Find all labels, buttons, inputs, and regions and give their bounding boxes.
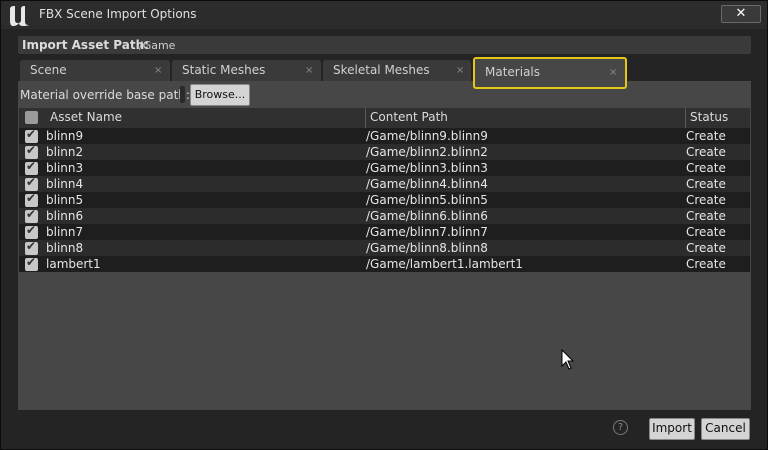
asset-name-cell: lambert1 <box>46 257 101 271</box>
window-title: FBX Scene Import Options <box>39 7 197 21</box>
table-row[interactable]: ✔ blinn2 /Game/blinn2.blinn2 Create <box>19 143 750 160</box>
import-path-value: /Game <box>139 39 176 52</box>
row-checkbox[interactable]: ✔ <box>25 127 38 143</box>
asset-name-cell: blinn4 <box>46 177 84 191</box>
mouse-cursor-icon <box>561 349 575 370</box>
tab-skeletal-meshes-label: Skeletal Meshes <box>333 63 430 77</box>
row-checkbox[interactable]: ✔ <box>25 255 38 271</box>
table-row[interactable]: ✔ lambert1 /Game/lambert1.lambert1 Creat… <box>19 255 750 272</box>
title-bar: FBX Scene Import Options ✕ <box>1 1 767 29</box>
checkmark-icon: ✔ <box>26 239 37 253</box>
status-cell: Create <box>686 257 726 271</box>
table-row[interactable]: ✔ blinn5 /Game/blinn5.blinn5 Create <box>19 191 750 208</box>
browse-button[interactable]: Browse... <box>190 84 250 106</box>
asset-name-cell: blinn5 <box>46 193 84 207</box>
status-cell: Create <box>686 225 726 239</box>
status-cell: Create <box>686 145 726 159</box>
checkmark-icon: ✔ <box>26 191 37 205</box>
status-cell: Create <box>686 129 726 143</box>
asset-name-cell: blinn9 <box>46 129 84 143</box>
status-cell: Create <box>686 193 726 207</box>
tab-static-meshes[interactable]: Static Meshes × <box>172 60 321 82</box>
tab-scene-label: Scene <box>30 63 67 77</box>
checkmark-icon: ✔ <box>26 127 37 141</box>
content-path-cell: /Game/blinn4.blinn4 <box>366 177 488 191</box>
column-header-status[interactable]: Status <box>690 110 728 124</box>
tab-materials-label: Materials <box>485 65 541 79</box>
unreal-logo-icon <box>10 6 29 26</box>
override-path-field[interactable] <box>180 86 185 103</box>
tab-scene[interactable]: Scene × <box>20 60 170 82</box>
status-cell: Create <box>686 161 726 175</box>
column-divider[interactable] <box>685 108 686 128</box>
table-row[interactable]: ✔ blinn8 /Game/blinn8.blinn8 Create <box>19 239 750 256</box>
content-path-cell: /Game/blinn5.blinn5 <box>366 193 488 207</box>
column-header-asset-name[interactable]: Asset Name <box>50 110 122 124</box>
table-row[interactable]: ✔ blinn7 /Game/blinn7.blinn7 Create <box>19 223 750 240</box>
tab-skeletal-meshes[interactable]: Skeletal Meshes × <box>323 60 471 82</box>
tab-static-meshes-close-icon[interactable]: × <box>305 65 313 76</box>
asset-name-cell: blinn3 <box>46 161 84 175</box>
close-icon: ✕ <box>735 6 747 21</box>
checkmark-icon: ✔ <box>26 159 37 173</box>
row-checkbox[interactable]: ✔ <box>25 223 38 239</box>
checkmark-icon: ✔ <box>26 223 37 237</box>
table-row[interactable]: ✔ blinn3 /Game/blinn3.blinn3 Create <box>19 159 750 176</box>
import-path-bar: Import Asset Path: /Game <box>18 36 751 54</box>
content-path-cell: /Game/blinn7.blinn7 <box>366 225 488 239</box>
import-button[interactable]: Import <box>649 418 695 440</box>
cancel-button[interactable]: Cancel <box>701 418 750 440</box>
row-checkbox[interactable]: ✔ <box>25 207 38 223</box>
content-path-cell: /Game/blinn3.blinn3 <box>366 161 488 175</box>
content-path-cell: /Game/blinn6.blinn6 <box>366 209 488 223</box>
select-all-checkbox[interactable] <box>25 111 38 124</box>
import-options-window: FBX Scene Import Options ✕ Import Asset … <box>0 0 768 450</box>
tab-scene-close-icon[interactable]: × <box>154 65 162 76</box>
asset-name-cell: blinn2 <box>46 145 84 159</box>
checkmark-icon: ✔ <box>26 175 37 189</box>
content-path-cell: /Game/blinn2.blinn2 <box>366 145 488 159</box>
materials-table: Asset Name Content Path Status ✔ blinn9 … <box>19 108 750 272</box>
tab-materials-close-icon[interactable]: × <box>609 67 617 78</box>
tab-static-meshes-label: Static Meshes <box>182 63 266 77</box>
content-path-cell: /Game/blinn9.blinn9 <box>366 129 488 143</box>
table-row[interactable]: ✔ blinn6 /Game/blinn6.blinn6 Create <box>19 207 750 224</box>
row-checkbox[interactable]: ✔ <box>25 175 38 191</box>
materials-panel: Material override base path: Browse... A… <box>18 81 751 410</box>
asset-name-cell: blinn7 <box>46 225 84 239</box>
checkmark-icon: ✔ <box>26 143 37 157</box>
row-checkbox[interactable]: ✔ <box>25 239 38 255</box>
override-path-label: Material override base path: <box>20 88 190 102</box>
row-checkbox[interactable]: ✔ <box>25 143 38 159</box>
content-path-cell: /Game/lambert1.lambert1 <box>366 257 523 271</box>
asset-name-cell: blinn8 <box>46 241 84 255</box>
asset-name-cell: blinn6 <box>46 209 84 223</box>
status-cell: Create <box>686 177 726 191</box>
column-header-content-path[interactable]: Content Path <box>370 110 448 124</box>
checkmark-icon: ✔ <box>26 255 37 269</box>
column-divider[interactable] <box>365 108 366 128</box>
row-checkbox[interactable]: ✔ <box>25 159 38 175</box>
table-row[interactable]: ✔ blinn9 /Game/blinn9.blinn9 Create <box>19 127 750 144</box>
status-cell: Create <box>686 209 726 223</box>
content-path-cell: /Game/blinn8.blinn8 <box>366 241 488 255</box>
import-path-label: Import Asset Path: <box>22 38 149 52</box>
table-row[interactable]: ✔ blinn4 /Game/blinn4.blinn4 Create <box>19 175 750 192</box>
table-header: Asset Name Content Path Status <box>19 108 750 128</box>
checkmark-icon: ✔ <box>26 207 37 221</box>
tab-skeletal-meshes-close-icon[interactable]: × <box>456 65 464 76</box>
close-button[interactable]: ✕ <box>721 5 761 23</box>
row-checkbox[interactable]: ✔ <box>25 191 38 207</box>
status-cell: Create <box>686 241 726 255</box>
help-icon[interactable]: ? <box>613 420 628 435</box>
tab-materials[interactable]: Materials × <box>473 57 627 89</box>
